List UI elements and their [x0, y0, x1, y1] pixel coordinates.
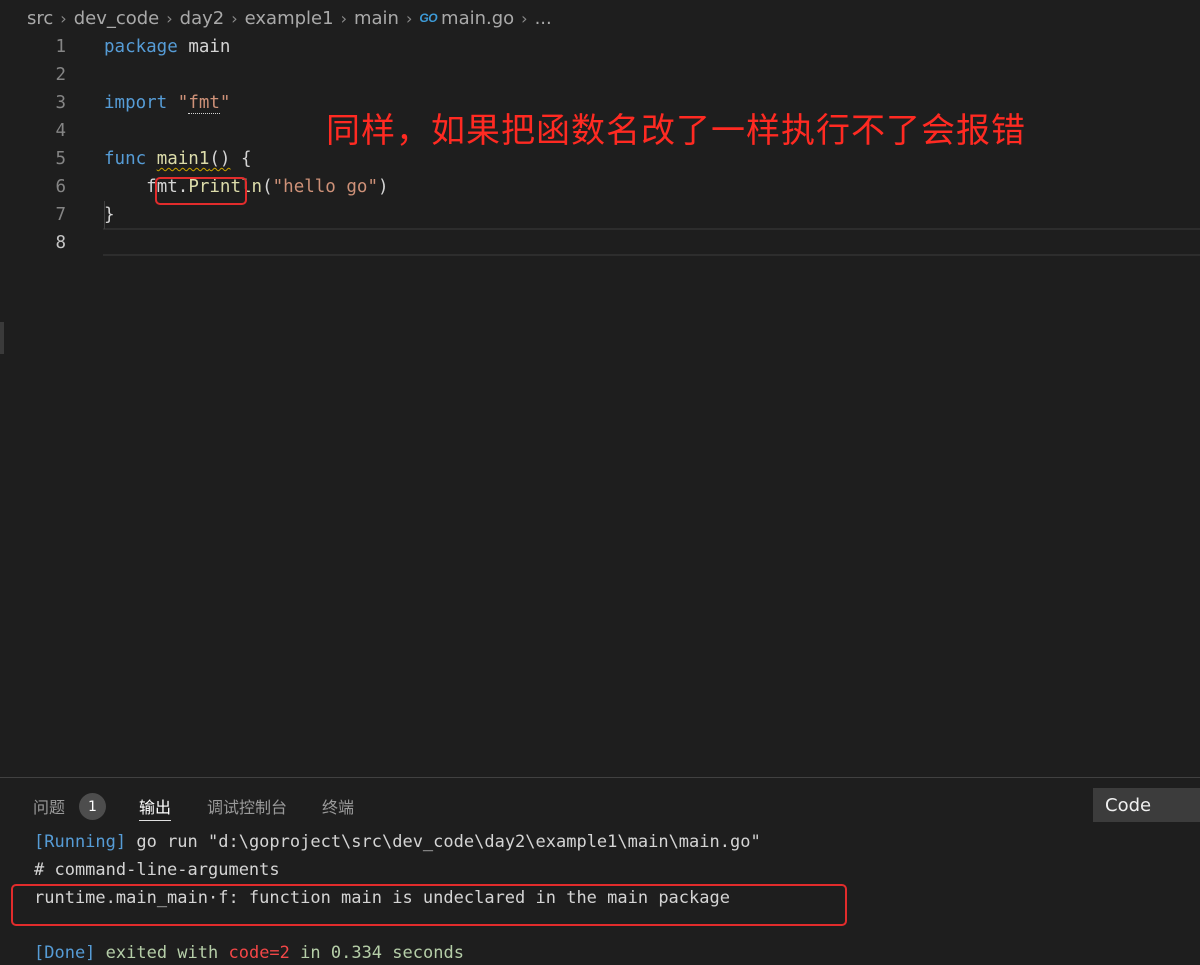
- go-file-icon: GO: [419, 11, 438, 25]
- tab-output[interactable]: 输出: [139, 794, 172, 821]
- done-text-in: in: [289, 943, 331, 963]
- output-panel: 问题 1 输出 调试控制台 终端 Code [Running] go run "…: [0, 777, 1200, 965]
- function-name-highlight-box: [155, 177, 247, 205]
- line-number: 8: [55, 233, 66, 253]
- elapsed-time: 0.334: [330, 943, 383, 963]
- keyword-package: package: [104, 37, 178, 57]
- done-text-seconds: seconds: [382, 943, 464, 963]
- breadcrumb-item-more[interactable]: ...: [535, 8, 552, 29]
- breadcrumb: src › dev_code › day2 › example1 › main …: [0, 0, 1200, 36]
- done-text: exited with: [95, 943, 229, 963]
- running-command: go run "d:\goproject\src\dev_code\day2\e…: [126, 832, 761, 852]
- error-highlight-box: [11, 884, 847, 926]
- keyword-import: import: [104, 93, 168, 113]
- breadcrumb-item-file[interactable]: main.go: [441, 8, 514, 29]
- breadcrumb-item-src[interactable]: src: [27, 8, 53, 29]
- chevron-right-icon: ›: [521, 8, 528, 28]
- done-tag: [Done]: [34, 943, 96, 963]
- line-number: 5: [55, 149, 66, 169]
- line-number: 1: [55, 37, 66, 57]
- function-name: main1: [156, 149, 210, 169]
- function-parens: (): [209, 149, 231, 169]
- line-number: 4: [55, 121, 66, 141]
- line-number: 3: [55, 93, 66, 113]
- annotation-text: 同样，如果把函数名改了一样执行不了会报错: [326, 111, 1026, 151]
- chevron-right-icon: ›: [60, 8, 67, 28]
- output-line-done: [Done] exited with code=2 in 0.334 secon…: [34, 943, 464, 963]
- breadcrumb-item-dev-code[interactable]: dev_code: [74, 8, 160, 29]
- import-quote-close: ": [219, 93, 231, 113]
- import-quote-open: ": [177, 93, 189, 113]
- breadcrumb-item-main[interactable]: main: [354, 8, 399, 29]
- breadcrumb-item-day2[interactable]: day2: [180, 8, 225, 29]
- code-line-2: 2: [0, 61, 1200, 89]
- exit-code: code=2: [228, 943, 290, 963]
- chevron-right-icon: ›: [340, 8, 347, 28]
- close-paren: ): [377, 177, 389, 197]
- breadcrumb-item-example1[interactable]: example1: [245, 8, 334, 29]
- tab-terminal[interactable]: 终端: [322, 794, 354, 820]
- output-channel-select[interactable]: Code: [1093, 788, 1200, 822]
- chevron-right-icon: ›: [405, 8, 413, 28]
- problems-count-badge: 1: [79, 793, 106, 820]
- panel-tabs: 问题 1 输出 调试控制台 终端 Code: [0, 778, 1200, 830]
- import-path: fmt: [188, 93, 220, 114]
- tab-debug-console[interactable]: 调试控制台: [207, 794, 287, 820]
- running-tag: [Running]: [34, 832, 127, 852]
- output-line-command-args: # command-line-arguments: [34, 860, 280, 880]
- line-number: 7: [55, 205, 66, 225]
- chevron-right-icon: ›: [231, 8, 238, 28]
- string-literal: "hello go": [272, 177, 378, 197]
- keyword-func: func: [104, 149, 147, 169]
- line-number: 2: [55, 65, 66, 85]
- code-line-1: 1 package main: [0, 33, 1200, 61]
- tab-problems[interactable]: 问题: [33, 794, 65, 820]
- chevron-right-icon: ›: [166, 8, 173, 28]
- package-name: main: [188, 37, 231, 57]
- open-paren: (: [262, 177, 273, 197]
- line-number: 6: [55, 177, 66, 197]
- open-brace: {: [230, 149, 252, 169]
- close-brace: }: [104, 205, 115, 225]
- code-line-7: 7 }: [0, 201, 1200, 229]
- code-line-8: 8: [0, 229, 1200, 257]
- output-line-running: [Running] go run "d:\goproject\src\dev_c…: [34, 832, 761, 852]
